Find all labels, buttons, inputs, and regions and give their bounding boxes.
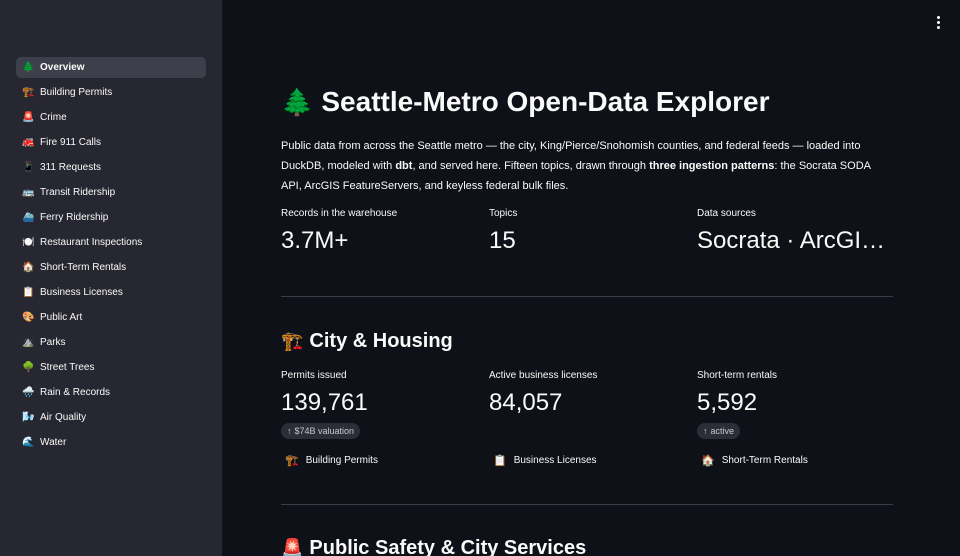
- sidebar-item-label: 311 Requests: [40, 162, 101, 173]
- sidebar-nav: 🌲 Overview 🏗️ Building Permits 🚨 Crime 🚒…: [16, 57, 206, 457]
- sidebar-item-building-permits[interactable]: 🏗️ Building Permits: [16, 82, 206, 103]
- sidebar-item-parks[interactable]: ⛰️ Parks: [16, 332, 206, 353]
- evergreen-tree-icon: 🌲: [281, 86, 314, 117]
- metric-label: Records in the warehouse: [281, 208, 398, 219]
- sidebar-item-label: Public Art: [40, 312, 83, 323]
- sidebar-item-label: Water: [40, 437, 67, 448]
- house-icon: 🏠: [22, 261, 35, 273]
- metric-value: 3.7M+: [281, 227, 349, 254]
- sidebar-item-label: Building Permits: [40, 87, 113, 98]
- link-short-term-rentals[interactable]: 🏠 Short-Term Rentals: [701, 454, 808, 467]
- arrow-up-icon: ↑: [703, 426, 708, 436]
- sidebar-item-rain-records[interactable]: 🌧️ Rain & Records: [16, 382, 206, 403]
- wave-icon: 🌊: [22, 436, 35, 448]
- sidebar-item-311-requests[interactable]: 📱 311 Requests: [16, 157, 206, 178]
- metric-records: Records in the warehouse 3.7M+: [281, 208, 481, 255]
- sidebar-item-restaurant-inspections[interactable]: 🍽️ Restaurant Inspections: [16, 232, 206, 253]
- sidebar-item-label: Rain & Records: [40, 387, 111, 398]
- metric-value: 15: [489, 227, 516, 254]
- sidebar-item-label: Overview: [40, 62, 85, 73]
- sidebar-item-label: Short-Term Rentals: [40, 262, 127, 273]
- sidebar-item-label: Restaurant Inspections: [40, 237, 143, 248]
- siren-icon: 🚨: [22, 111, 35, 123]
- metric-short-term-rentals: Short-term rentals 5,592 ↑ active: [697, 370, 897, 439]
- divider: [281, 504, 893, 505]
- siren-icon: 🚨: [281, 538, 304, 556]
- sidebar-item-overview[interactable]: 🌲 Overview: [16, 57, 206, 78]
- metric-label: Permits issued: [281, 370, 347, 381]
- metric-topics: Topics 15: [489, 208, 689, 255]
- clipboard-icon: 📋: [493, 455, 507, 467]
- rain-cloud-icon: 🌧️: [22, 386, 35, 398]
- sidebar-item-label: Air Quality: [40, 412, 87, 423]
- sidebar-item-label: Fire 911 Calls: [40, 137, 101, 148]
- metric-value: 84,057: [489, 389, 563, 416]
- crane-icon: 🏗️: [281, 331, 304, 351]
- metric-delta-badge: ↑ $74B valuation: [281, 423, 361, 439]
- link-business-licenses[interactable]: 📋 Business Licenses: [493, 454, 597, 467]
- bus-icon: 🚌: [22, 186, 35, 198]
- page-title-text: Seattle-Metro Open-Data Explorer: [321, 86, 770, 117]
- sidebar: 🌲 Overview 🏗️ Building Permits 🚨 Crime 🚒…: [0, 0, 222, 556]
- tree-icon: 🌳: [22, 361, 35, 373]
- kebab-menu-icon[interactable]: [930, 12, 946, 32]
- evergreen-tree-icon: 🌲: [22, 61, 35, 73]
- fire-engine-icon: 🚒: [22, 136, 35, 148]
- sidebar-item-label: Transit Ridership: [40, 187, 116, 198]
- sidebar-item-label: Ferry Ridership: [40, 212, 109, 223]
- sidebar-item-label: Crime: [40, 112, 67, 123]
- sidebar-item-public-art[interactable]: 🎨 Public Art: [16, 307, 206, 328]
- metric-delta-badge: ↑ active: [697, 423, 741, 439]
- metric-permits-issued: Permits issued 139,761 ↑ $74B valuation: [281, 370, 481, 439]
- sidebar-item-water[interactable]: 🌊 Water: [16, 432, 206, 453]
- metric-label: Topics: [489, 208, 518, 219]
- sidebar-item-label: Parks: [40, 337, 66, 348]
- metric-label: Data sources: [697, 208, 756, 219]
- sidebar-item-short-term-rentals[interactable]: 🏠 Short-Term Rentals: [16, 257, 206, 278]
- wind-icon: 🌬️: [22, 411, 35, 423]
- house-icon: 🏠: [701, 455, 715, 467]
- crane-icon: 🏗️: [285, 455, 299, 467]
- metric-value: 139,761: [281, 389, 368, 416]
- sidebar-item-street-trees[interactable]: 🌳 Street Trees: [16, 357, 206, 378]
- metric-active-business-licenses: Active business licenses 84,057: [489, 370, 689, 417]
- metric-label: Active business licenses: [489, 370, 598, 381]
- sidebar-item-ferry-ridership[interactable]: ⛴️ Ferry Ridership: [16, 207, 206, 228]
- section-title-city-housing: 🏗️ City & Housing: [281, 330, 453, 352]
- sidebar-item-business-licenses[interactable]: 📋 Business Licenses: [16, 282, 206, 303]
- metric-label: Short-term rentals: [697, 370, 778, 381]
- section-title-public-safety: 🚨 Public Safety & City Services: [281, 537, 586, 556]
- plate-icon: 🍽️: [22, 236, 35, 248]
- clipboard-icon: 📋: [22, 286, 35, 298]
- intro-paragraph: Public data from across the Seattle metr…: [281, 140, 871, 192]
- mountain-icon: ⛰️: [22, 336, 35, 348]
- link-building-permits[interactable]: 🏗️ Building Permits: [285, 454, 378, 467]
- metric-data-sources: Data sources Socrata · ArcGI…: [697, 208, 893, 255]
- crane-icon: 🏗️: [22, 86, 35, 98]
- sidebar-item-transit-ridership[interactable]: 🚌 Transit Ridership: [16, 182, 206, 203]
- sidebar-item-label: Business Licenses: [40, 287, 123, 298]
- phone-icon: 📱: [22, 161, 35, 173]
- page-title: 🌲 Seattle-Metro Open-Data Explorer: [281, 86, 769, 118]
- metric-value: Socrata · ArcGI…: [697, 227, 886, 254]
- arrow-up-icon: ↑: [287, 426, 292, 436]
- sidebar-item-crime[interactable]: 🚨 Crime: [16, 107, 206, 128]
- sidebar-item-label: Street Trees: [40, 362, 95, 373]
- palette-icon: 🎨: [22, 311, 35, 323]
- sidebar-item-air-quality[interactable]: 🌬️ Air Quality: [16, 407, 206, 428]
- ferry-icon: ⛴️: [22, 211, 35, 223]
- divider: [281, 296, 893, 297]
- sidebar-item-fire-911-calls[interactable]: 🚒 Fire 911 Calls: [16, 132, 206, 153]
- metric-value: 5,592: [697, 389, 758, 416]
